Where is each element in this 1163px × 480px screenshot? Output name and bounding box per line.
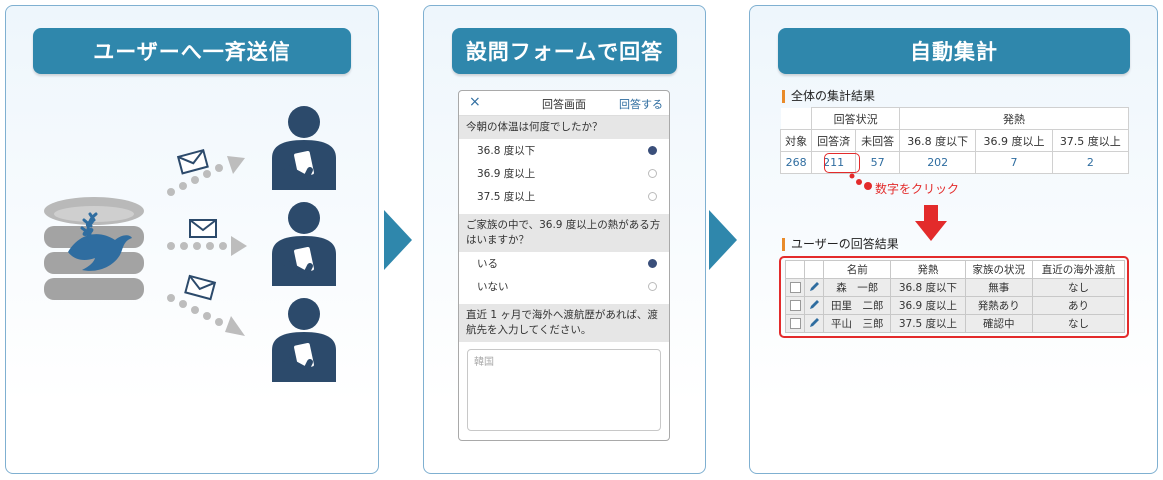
flow-arrow-2 (709, 210, 737, 270)
col-header: 回答済 (811, 129, 857, 152)
count-fever-high[interactable]: 2 (1051, 151, 1130, 174)
radio[interactable] (648, 282, 657, 291)
form-header: × 回答画面 回答する (459, 91, 669, 116)
count-fever-low[interactable]: 202 (899, 151, 977, 174)
answer-panel-title: 設問フォームで回答 (452, 28, 677, 74)
q1-option[interactable]: 36.9 度以上 (459, 162, 669, 185)
radio[interactable] (648, 169, 657, 178)
send-panel-title: ユーザーへ一斉送信 (33, 28, 351, 74)
q2-option[interactable]: いない (459, 275, 669, 298)
travel-destination-textarea[interactable]: 韓国 (467, 349, 661, 431)
count-fever-mid[interactable]: 7 (975, 151, 1053, 174)
aggregate-panel-title: 自動集計 (778, 28, 1130, 74)
radio-selected[interactable] (648, 259, 657, 268)
dove-icon (68, 212, 132, 271)
answered-highlight (824, 153, 860, 173)
person-icon (272, 106, 336, 190)
answer-form: × 回答画面 回答する 今朝の体温は何度でしたか？ 36.8 度以下 36.9 … (458, 90, 670, 441)
group-status: 回答状況 (811, 107, 901, 130)
radio[interactable] (648, 192, 657, 201)
mail-icon (184, 274, 217, 301)
summary-title: 全体の集計結果 (782, 90, 875, 103)
results-highlight (779, 256, 1129, 338)
results-title: ユーザーの回答結果 (782, 238, 899, 251)
person-icon (272, 298, 336, 382)
col-header: 未回答 (855, 129, 901, 152)
question-1: 今朝の体温は何度でしたか？ (459, 116, 669, 139)
col-header: 36.8 度以下 (899, 129, 977, 152)
radio-selected[interactable] (648, 146, 657, 155)
mail-icon (176, 148, 209, 175)
group-fever: 発熱 (899, 107, 1129, 130)
flow-arrow-1 (384, 210, 412, 270)
q1-option[interactable]: 37.5 度以上 (459, 185, 669, 208)
col-header: 対象 (779, 129, 813, 152)
click-pointer (849, 173, 872, 190)
count-unanswered[interactable]: 57 (855, 151, 901, 174)
down-arrow-icon (915, 205, 947, 241)
col-header: 37.5 度以上 (1051, 129, 1130, 152)
submit-button[interactable]: 回答する (619, 96, 663, 112)
person-icon (272, 202, 336, 286)
question-2: ご家族の中で、36.9 度以上の熱がある方はいますか？ (459, 214, 669, 252)
question-3: 直近 1 ヶ月で海外へ渡航歴があれば、渡航先を入力してください。 (459, 304, 669, 342)
click-note: 数字をクリック (875, 182, 960, 196)
mail-icon (189, 219, 217, 238)
count-target[interactable]: 268 (779, 151, 813, 174)
q2-option[interactable]: いる (459, 252, 669, 275)
q1-option[interactable]: 36.8 度以下 (459, 139, 669, 162)
col-header: 36.9 度以上 (975, 129, 1053, 152)
